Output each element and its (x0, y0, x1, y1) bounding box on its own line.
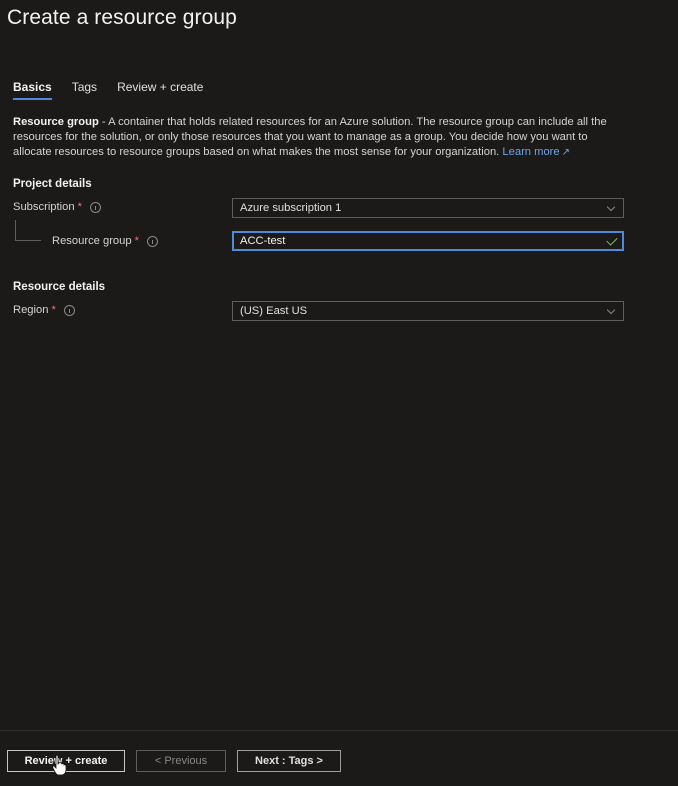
page-title: Create a resource group (7, 6, 237, 29)
region-select[interactable]: (US) East US (232, 301, 624, 321)
review-create-button[interactable]: Review + create (7, 750, 125, 772)
chevron-down-icon (606, 305, 616, 315)
chevron-down-icon (606, 202, 616, 212)
learn-more-link[interactable]: Learn more (502, 146, 559, 158)
region-label: Region * (13, 304, 75, 316)
tab-bar: Basics Tags Review + create (13, 80, 203, 100)
description-term: Resource group (13, 116, 99, 128)
footer-bar: Review + create < Previous Next : Tags > (0, 730, 678, 786)
info-icon[interactable] (89, 201, 101, 213)
required-marker: * (77, 201, 82, 213)
external-link-icon: ↗ (561, 147, 571, 158)
subscription-label: Subscription * (13, 201, 101, 213)
create-resource-group-page: Create a resource group Basics Tags Revi… (0, 0, 678, 786)
region-label-text: Region (13, 304, 49, 316)
previous-button[interactable]: < Previous (136, 750, 226, 772)
resource-group-description: Resource group - A container that holds … (13, 115, 623, 160)
subscription-label-text: Subscription (13, 201, 75, 213)
tab-basics[interactable]: Basics (13, 80, 52, 100)
region-value: (US) East US (240, 305, 308, 317)
required-marker: * (51, 304, 56, 316)
required-marker: * (134, 235, 139, 247)
resource-group-input[interactable]: ACC-test (232, 231, 624, 251)
tree-connector-vertical (15, 220, 16, 240)
info-icon[interactable] (63, 304, 75, 316)
project-details-heading: Project details (13, 178, 92, 190)
resource-details-heading: Resource details (13, 281, 106, 293)
checkmark-icon (606, 234, 618, 246)
subscription-value: Azure subscription 1 (240, 202, 342, 214)
resource-group-label-text: Resource group (52, 235, 132, 247)
info-icon[interactable] (146, 235, 158, 247)
tab-tags[interactable]: Tags (72, 80, 97, 100)
tab-review-create[interactable]: Review + create (117, 80, 203, 100)
next-tags-button[interactable]: Next : Tags > (237, 750, 341, 772)
resource-group-label: Resource group * (52, 235, 158, 247)
subscription-select[interactable]: Azure subscription 1 (232, 198, 624, 218)
hand-cursor-icon (52, 755, 66, 775)
tree-connector-horizontal (15, 240, 41, 241)
resource-group-value: ACC-test (240, 235, 286, 247)
